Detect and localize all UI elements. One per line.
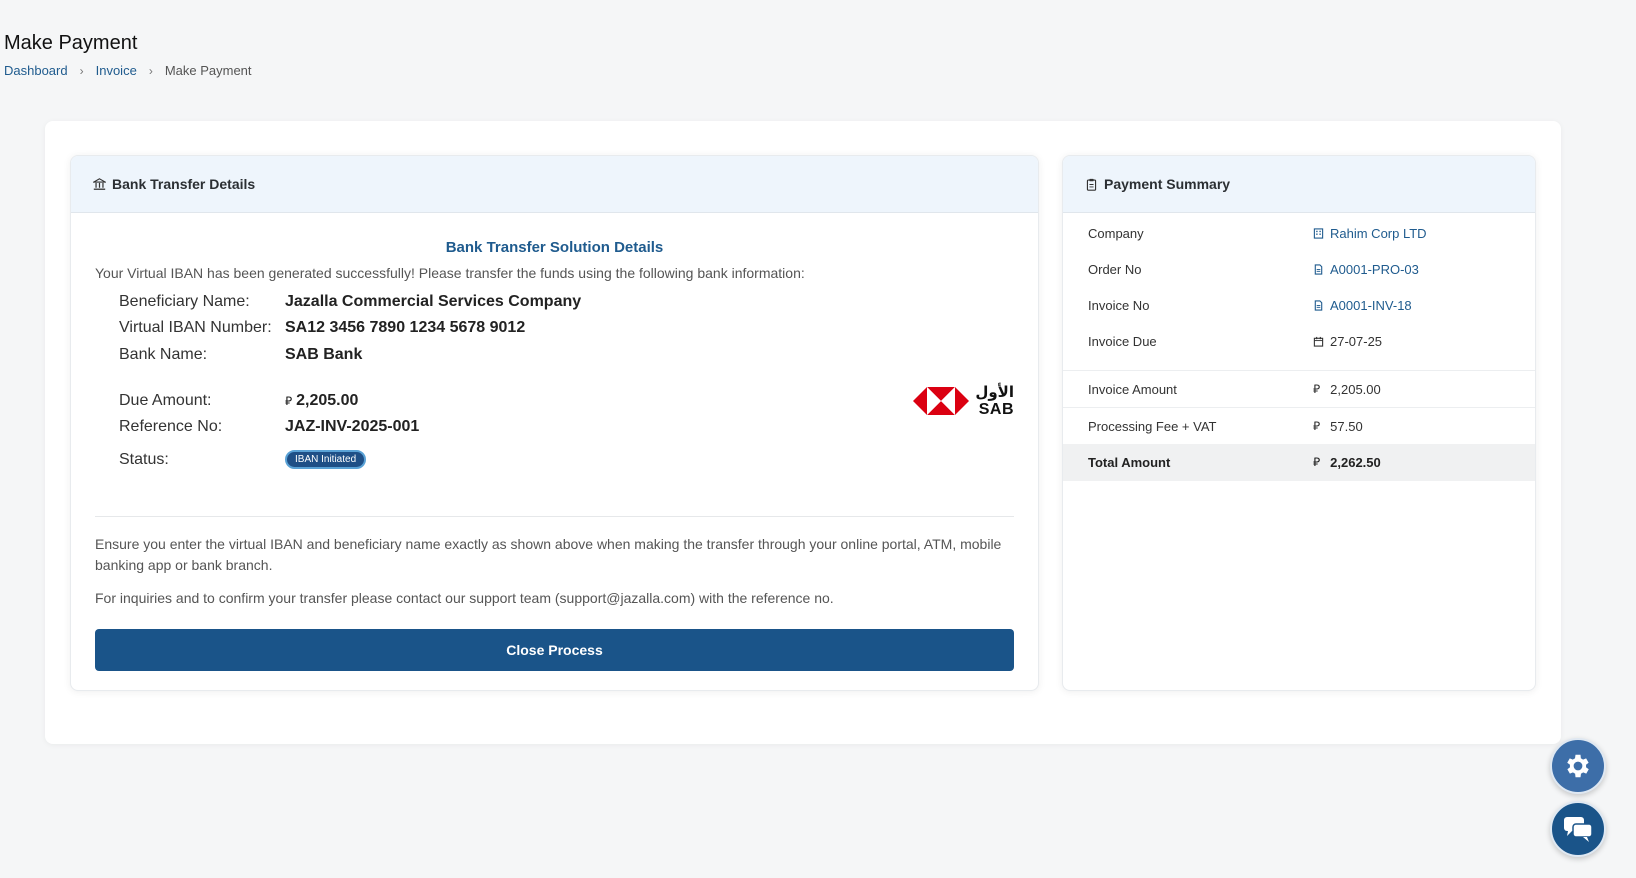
riyal-icon: ⃁ <box>1313 381 1321 396</box>
solution-title: Bank Transfer Solution Details <box>445 239 664 256</box>
company-name: Rahim Corp LTD <box>1330 225 1427 241</box>
total-label: Total Amount <box>1088 455 1171 470</box>
intro-text: Your Virtual IBAN has been generated suc… <box>95 265 805 281</box>
riyal-icon: ⃁ <box>285 394 293 408</box>
payment-summary-title: Payment Summary <box>1104 176 1231 192</box>
due-amount-label: Due Amount: <box>119 392 212 409</box>
order-number: A0001-PRO-03 <box>1330 261 1419 277</box>
invoice-amount-value: ⃁ 2,205.00 <box>1313 382 1381 397</box>
calendar-icon <box>1313 336 1324 347</box>
iban-label: Virtual IBAN Number: <box>119 319 272 336</box>
clipboard-icon <box>1086 178 1097 191</box>
breadcrumb-current: Make Payment <box>164 63 252 78</box>
reference-row: Reference No: JAZ-INV-2025-001 <box>119 418 719 436</box>
beneficiary-label: Beneficiary Name: <box>119 293 250 310</box>
beneficiary-row: Beneficiary Name: Jazalla Commercial Ser… <box>119 293 719 311</box>
invoice-amount-label: Invoice Amount <box>1088 381 1177 397</box>
bank-transfer-panel: Bank Transfer Details Bank Transfer Solu… <box>70 155 1039 691</box>
chat-button[interactable] <box>1550 801 1606 857</box>
company-label: Company <box>1088 225 1144 241</box>
breadcrumb: Dashboard › Invoice › Make Payment <box>4 63 252 78</box>
document-icon <box>1314 263 1323 275</box>
reference-value: JAZ-INV-2025-001 <box>285 418 420 435</box>
breadcrumb-invoice[interactable]: Invoice <box>96 63 137 78</box>
bank-name-label: Bank Name: <box>119 346 208 363</box>
settings-button[interactable] <box>1550 738 1606 794</box>
chevron-right-icon: › <box>148 63 153 78</box>
riyal-icon: ⃁ <box>1313 418 1321 433</box>
document-icon <box>1314 299 1323 311</box>
divider <box>95 516 1014 517</box>
bank-name-value: SAB Bank <box>285 346 363 363</box>
building-icon <box>1313 227 1324 239</box>
invoice-row: Invoice No A0001-INV-18 <box>1063 287 1535 323</box>
invoice-due-value: 27-07-25 <box>1313 334 1382 349</box>
bank-name-row: Bank Name: SAB Bank <box>119 346 719 364</box>
sab-wordmark: الأول SAB <box>975 384 1014 418</box>
close-process-button[interactable]: Close Process <box>95 629 1014 671</box>
chevron-right-icon: › <box>79 63 84 78</box>
sab-arabic: الأول <box>975 384 1014 401</box>
invoice-value[interactable]: A0001-INV-18 <box>1313 298 1412 313</box>
sab-logo: الأول SAB <box>913 384 1014 418</box>
invoice-due-row: Invoice Due 27-07-25 <box>1063 323 1535 359</box>
fee-number: 57.50 <box>1330 418 1363 434</box>
invoice-number: A0001-INV-18 <box>1330 297 1412 313</box>
invoice-due-date: 27-07-25 <box>1330 333 1383 349</box>
payment-summary-panel: Payment Summary Company Rahim Corp LTD O… <box>1062 155 1536 691</box>
beneficiary-value: Jazalla Commercial Services Company <box>285 293 582 310</box>
fee-label: Processing Fee + VAT <box>1088 418 1217 434</box>
sab-latin: SAB <box>978 401 1014 418</box>
invoice-label: Invoice No <box>1088 297 1150 313</box>
order-value[interactable]: A0001-PRO-03 <box>1313 262 1419 277</box>
gear-icon <box>1567 754 1589 778</box>
due-amount-row: Due Amount: ⃁ 2,205.00 <box>119 392 719 410</box>
total-row: Total Amount ⃁ 2,262.50 <box>1063 444 1535 481</box>
riyal-icon: ⃁ <box>1313 455 1321 469</box>
invoice-due-label: Invoice Due <box>1088 333 1157 349</box>
due-amount-value: ⃁ 2,205.00 <box>285 392 358 410</box>
invoice-amount-number: 2,205.00 <box>1330 381 1381 397</box>
iban-value: SA12 3456 7890 1234 5678 9012 <box>285 319 526 336</box>
invoice-amount-row: Invoice Amount ⃁ 2,205.00 <box>1063 371 1535 407</box>
bank-icon <box>93 177 106 190</box>
status-row: Status: IBAN Initiated <box>119 450 719 469</box>
iban-row: Virtual IBAN Number: SA12 3456 7890 1234… <box>119 319 719 337</box>
due-amount-number: 2,205.00 <box>296 392 359 409</box>
company-value[interactable]: Rahim Corp LTD <box>1313 226 1427 241</box>
chat-icon <box>1564 817 1593 842</box>
page-title: Make Payment <box>4 32 138 54</box>
status-badge: IBAN Initiated <box>285 450 367 469</box>
bank-transfer-title: Bank Transfer Details <box>112 176 256 192</box>
instruction-note: Ensure you enter the virtual IBAN and be… <box>95 536 1002 573</box>
order-label: Order No <box>1088 261 1142 277</box>
total-value: ⃁ 2,262.50 <box>1313 455 1381 470</box>
page-header: Make Payment Dashboard › Invoice › Make … <box>4 32 252 78</box>
fee-row: Processing Fee + VAT ⃁ 57.50 <box>1063 408 1535 444</box>
reference-label: Reference No: <box>119 418 223 435</box>
breadcrumb-dashboard[interactable]: Dashboard <box>4 63 68 78</box>
status-label: Status: <box>119 450 169 468</box>
payment-summary-header: Payment Summary <box>1063 156 1535 213</box>
order-row: Order No A0001-PRO-03 <box>1063 251 1535 287</box>
company-row: Company Rahim Corp LTD <box>1063 215 1535 251</box>
fee-value: ⃁ 57.50 <box>1313 419 1363 434</box>
sab-hexagon-icon <box>913 387 970 415</box>
total-number: 2,262.50 <box>1330 455 1381 470</box>
support-note: For inquiries and to confirm your transf… <box>95 590 834 606</box>
bank-transfer-header: Bank Transfer Details <box>71 156 1038 213</box>
